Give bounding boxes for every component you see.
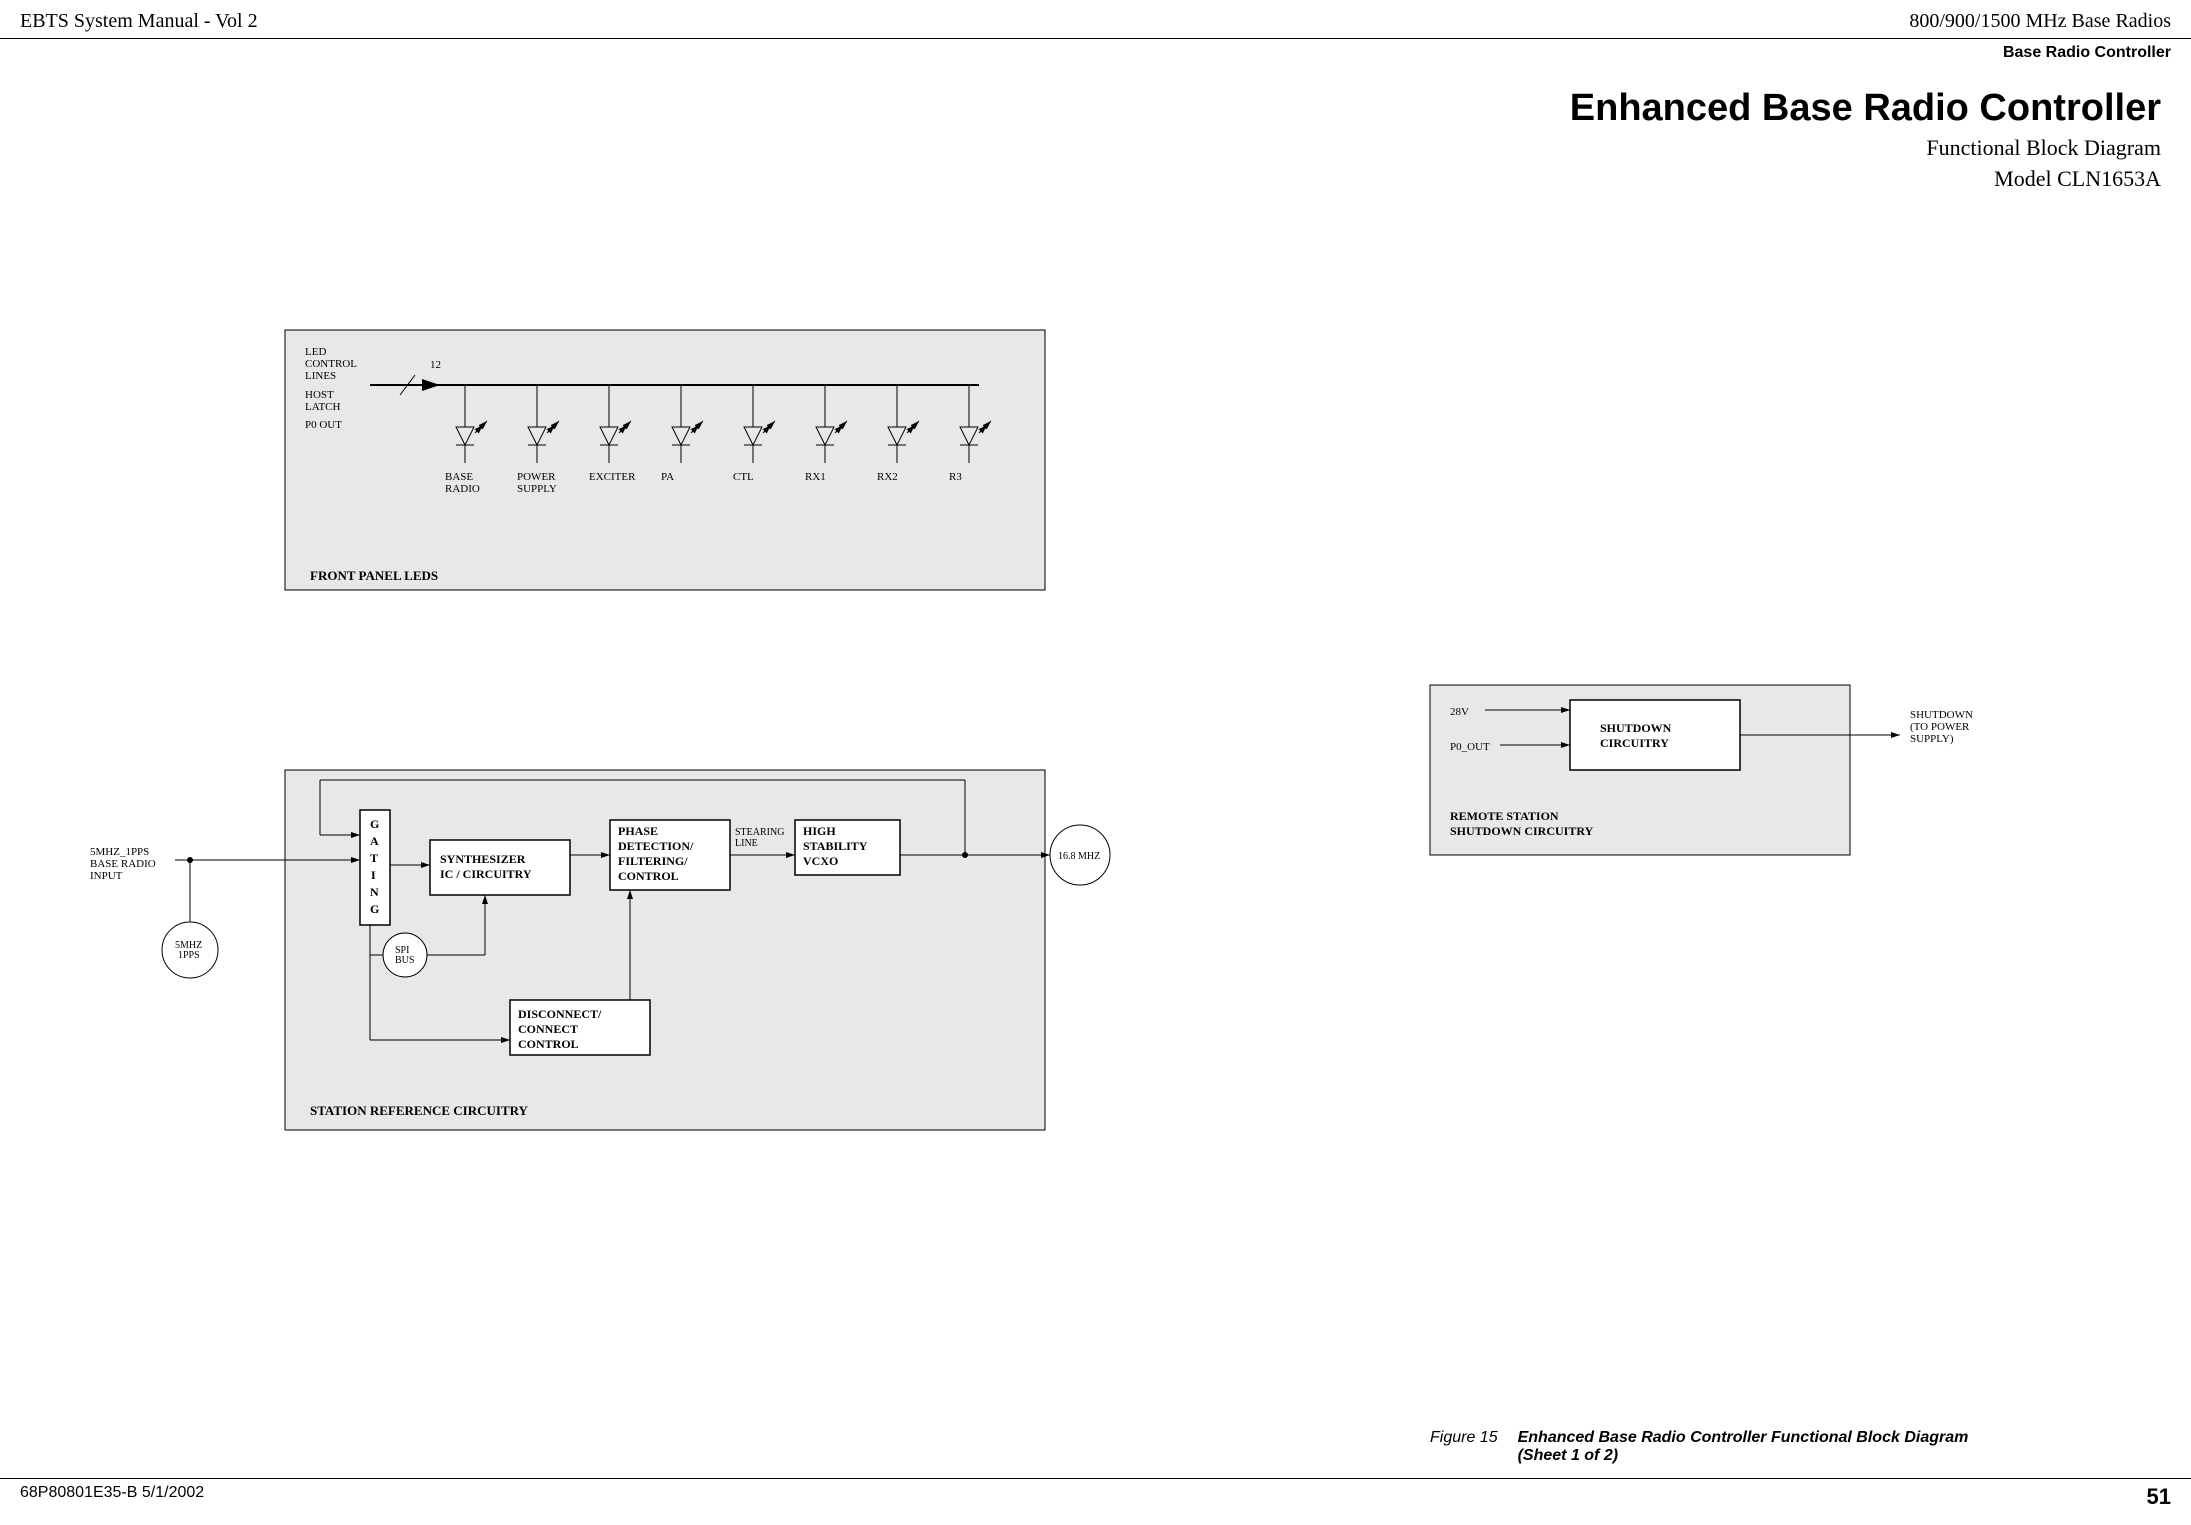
page-number: 51 [2147, 1484, 2171, 1510]
subheader-text: Base Radio Controller [2003, 44, 2171, 62]
svg-text:SUPPLY: SUPPLY [517, 483, 557, 495]
page-header: EBTS System Manual - Vol 2 800/900/1500 … [0, 0, 2191, 39]
footer-left: 68P80801E35-B 5/1/2002 [20, 1484, 204, 1510]
svg-text:LATCH: LATCH [305, 401, 341, 413]
svg-text:SHUTDOWN: SHUTDOWN [1600, 721, 1672, 735]
title-main: Enhanced Base Radio Controller [0, 87, 2161, 130]
figure-text: Enhanced Base Radio Controller Functiona… [1518, 1429, 1969, 1465]
svg-text:G: G [370, 902, 379, 916]
svg-text:(TO POWER: (TO POWER [1910, 721, 1970, 733]
svg-text:POWER: POWER [517, 471, 556, 483]
svg-text:CONTROL: CONTROL [618, 869, 679, 883]
svg-text:P0 OUT: P0 OUT [305, 419, 342, 431]
title-sub1: Functional Block Diagram [0, 135, 2161, 161]
svg-text:VCXO: VCXO [803, 854, 838, 868]
svg-text:SHUTDOWN: SHUTDOWN [1910, 709, 1973, 721]
svg-text:DISCONNECT/: DISCONNECT/ [518, 1007, 602, 1021]
header-left: EBTS System Manual - Vol 2 [20, 10, 258, 33]
svg-text:EXCITER: EXCITER [589, 471, 636, 483]
svg-text:HOST: HOST [305, 389, 334, 401]
svg-text:BASE: BASE [445, 471, 473, 483]
title-block: Enhanced Base Radio Controller Functiona… [0, 67, 2191, 202]
svg-text:N: N [370, 885, 379, 899]
svg-text:CONNECT: CONNECT [518, 1022, 578, 1036]
svg-text:12: 12 [430, 359, 441, 371]
svg-text:P0_OUT: P0_OUT [1450, 741, 1490, 753]
svg-text:FILTERING/: FILTERING/ [618, 854, 688, 868]
svg-text:IC / CIRCUITRY: IC / CIRCUITRY [440, 867, 532, 881]
svg-text:PHASE: PHASE [618, 824, 658, 838]
svg-text:BUS: BUS [395, 955, 414, 966]
svg-text:SYNTHESIZER: SYNTHESIZER [440, 852, 526, 866]
header-right: 800/900/1500 MHz Base Radios [1909, 10, 2171, 33]
svg-text:1PPS: 1PPS [178, 950, 200, 961]
diagram-container: FRONT PANEL LEDS LED CONTROL LINES HOST … [70, 300, 2121, 1425]
page-subheader: Base Radio Controller [0, 39, 2191, 67]
svg-text:I: I [371, 868, 376, 882]
svg-text:BASE RADIO: BASE RADIO [90, 858, 156, 870]
svg-text:REMOTE STATION: REMOTE STATION [1450, 809, 1559, 823]
front-panel-title: FRONT PANEL LEDS [310, 568, 438, 583]
svg-text:DETECTION/: DETECTION/ [618, 839, 694, 853]
svg-text:HIGH: HIGH [803, 824, 836, 838]
svg-text:RADIO: RADIO [445, 483, 480, 495]
svg-text:G: G [370, 817, 379, 831]
station-ref-title: STATION REFERENCE CIRCUITRY [310, 1103, 529, 1118]
svg-text:A: A [370, 834, 379, 848]
svg-text:16.8 MHZ: 16.8 MHZ [1058, 851, 1100, 862]
svg-text:LINES: LINES [305, 370, 336, 382]
svg-text:28V: 28V [1450, 706, 1469, 718]
svg-text:LINE: LINE [735, 838, 758, 849]
svg-text:T: T [370, 851, 378, 865]
svg-text:INPUT: INPUT [90, 870, 123, 882]
svg-text:STABILITY: STABILITY [803, 839, 868, 853]
title-sub2: Model CLN1653A [0, 166, 2161, 192]
svg-text:R3: R3 [949, 471, 962, 483]
figure-label: Figure 15 [1430, 1429, 1498, 1465]
svg-text:CONTROL: CONTROL [305, 358, 357, 370]
svg-text:LED: LED [305, 346, 326, 358]
figure-caption: Figure 15 Enhanced Base Radio Controller… [1430, 1429, 1968, 1465]
svg-text:5MHZ_1PPS: 5MHZ_1PPS [90, 846, 149, 858]
svg-text:CIRCUITRY: CIRCUITRY [1600, 736, 1669, 750]
svg-text:SUPPLY): SUPPLY) [1910, 733, 1954, 745]
svg-text:CONTROL: CONTROL [518, 1037, 579, 1051]
svg-text:RX1: RX1 [805, 471, 826, 483]
svg-text:RX2: RX2 [877, 471, 898, 483]
svg-text:PA: PA [661, 471, 674, 483]
block-diagram-svg: FRONT PANEL LEDS LED CONTROL LINES HOST … [70, 300, 2120, 1400]
svg-text:SHUTDOWN CIRCUITRY: SHUTDOWN CIRCUITRY [1450, 824, 1594, 838]
svg-text:STEARING: STEARING [735, 827, 784, 838]
page-footer: 68P80801E35-B 5/1/2002 51 [0, 1478, 2191, 1515]
svg-text:CTL: CTL [733, 471, 754, 483]
